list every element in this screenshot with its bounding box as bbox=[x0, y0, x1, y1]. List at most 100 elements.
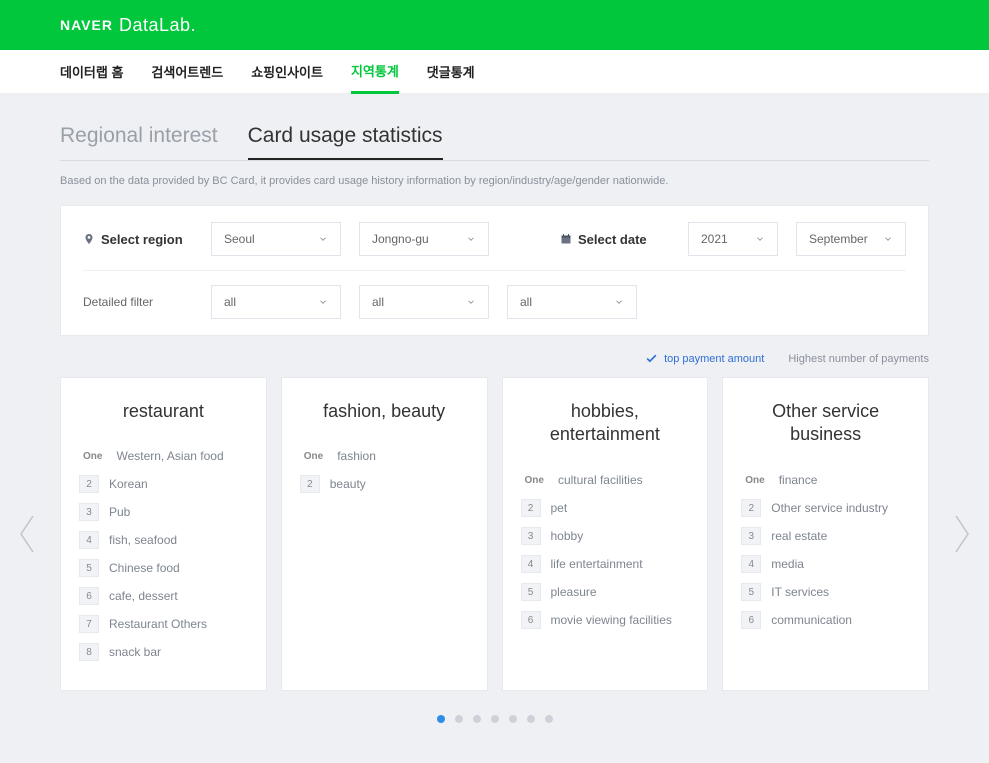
rank-number: 5 bbox=[79, 559, 99, 577]
date-month-value: September bbox=[809, 232, 868, 246]
rank-number: 2 bbox=[741, 499, 761, 517]
rank-number: One bbox=[79, 447, 106, 465]
tab-card-usage[interactable]: Card usage statistics bbox=[248, 124, 443, 160]
detail-select-3[interactable]: all bbox=[507, 285, 637, 319]
category-card[interactable]: Other service businessOnefinance2Other s… bbox=[722, 377, 929, 691]
region-city-select[interactable]: Seoul bbox=[211, 222, 341, 256]
pagination-dot[interactable] bbox=[473, 715, 481, 723]
nav-comment-stats[interactable]: 댓글통계 bbox=[427, 50, 475, 94]
rank-label: media bbox=[771, 557, 804, 571]
list-item[interactable]: 3 Pub bbox=[79, 498, 248, 526]
category-card[interactable]: fashion, beauty Onefashion2beauty bbox=[281, 377, 488, 691]
list-item[interactable]: 4 media bbox=[741, 550, 910, 578]
list-item[interactable]: Onefashion bbox=[300, 442, 469, 470]
list-item[interactable]: Onecultural facilities bbox=[521, 466, 690, 494]
rank-number: 3 bbox=[79, 503, 99, 521]
rank-number: One bbox=[521, 471, 548, 489]
rank-number: 2 bbox=[521, 499, 541, 517]
list-item[interactable]: 6movie viewing facilities bbox=[521, 606, 690, 634]
list-item[interactable]: 8 snack bar bbox=[79, 638, 248, 666]
detail-select-1[interactable]: all bbox=[211, 285, 341, 319]
list-item[interactable]: 5IT services bbox=[741, 578, 910, 606]
pagination-dot[interactable] bbox=[455, 715, 463, 723]
rank-label: beauty bbox=[330, 477, 366, 491]
rank-number: 5 bbox=[521, 583, 541, 601]
cards-container: restaurant OneWestern, Asian food 2 Korean 3… bbox=[60, 377, 929, 691]
pagination-dot[interactable] bbox=[491, 715, 499, 723]
chevron-down-icon bbox=[614, 297, 624, 307]
card-title: hobbies,entertainment bbox=[521, 400, 690, 448]
list-item[interactable]: 7Restaurant Others bbox=[79, 610, 248, 638]
list-item[interactable]: One finance bbox=[741, 466, 910, 494]
description: Based on the data provided by BC Card, i… bbox=[60, 175, 929, 187]
chevron-left-icon bbox=[14, 512, 40, 556]
category-card[interactable]: hobbies,entertainment Onecultural facilit… bbox=[502, 377, 709, 691]
rank-label: life entertainment bbox=[551, 557, 643, 571]
rank-label: Korean bbox=[109, 477, 148, 491]
rank-number: 8 bbox=[79, 643, 99, 661]
sort-row: top payment amount Highest number of pay… bbox=[60, 352, 929, 365]
rank-number: 7 bbox=[79, 615, 99, 633]
card-title: fashion, beauty bbox=[300, 400, 469, 424]
chevron-down-icon bbox=[883, 234, 893, 244]
list-item[interactable]: 2 pet bbox=[521, 494, 690, 522]
nav-shopping-insight[interactable]: 쇼핑인사이트 bbox=[251, 50, 323, 94]
pagination-dot[interactable] bbox=[509, 715, 517, 723]
list-item[interactable]: 2beauty bbox=[300, 470, 469, 498]
card-title: restaurant bbox=[79, 400, 248, 424]
chevron-down-icon bbox=[318, 234, 328, 244]
rank-label: fashion bbox=[337, 449, 376, 463]
chevron-down-icon bbox=[755, 234, 765, 244]
nav-regional-stats[interactable]: 지역통계 bbox=[351, 50, 399, 94]
list-item[interactable]: 6cafe, dessert bbox=[79, 582, 248, 610]
rank-number: 6 bbox=[521, 611, 541, 629]
nav-search-trend[interactable]: 검색어트렌드 bbox=[151, 50, 223, 94]
filter-row-top: Select region Seoul Jongno-gu Select dat… bbox=[83, 222, 906, 256]
list-item[interactable]: 4fish, seafood bbox=[79, 526, 248, 554]
rank-number: 4 bbox=[741, 555, 761, 573]
rank-label: Pub bbox=[109, 505, 130, 519]
subtabs: Regional interest Card usage statistics bbox=[60, 124, 929, 161]
nav-home[interactable]: 데이터랩 홈 bbox=[60, 50, 123, 94]
chevron-right-icon bbox=[949, 512, 975, 556]
rank-list: Onecultural facilities 2 pet 3hobby4life en… bbox=[521, 466, 690, 634]
list-item[interactable]: 3real estate bbox=[741, 522, 910, 550]
rank-label: pet bbox=[551, 501, 568, 515]
list-item[interactable]: 3hobby bbox=[521, 522, 690, 550]
rank-label: pleasure bbox=[551, 585, 597, 599]
date-label-text: Select date bbox=[578, 232, 647, 247]
content: Regional interest Card usage statistics … bbox=[0, 94, 989, 763]
rank-label: cafe, dessert bbox=[109, 589, 178, 603]
detail-select-2[interactable]: all bbox=[359, 285, 489, 319]
rank-number: One bbox=[741, 471, 768, 489]
detail-value-1: all bbox=[224, 295, 236, 309]
pagination-dot[interactable] bbox=[437, 715, 445, 723]
pagination-dot[interactable] bbox=[545, 715, 553, 723]
calendar-icon bbox=[560, 233, 572, 245]
carousel-prev[interactable] bbox=[12, 504, 42, 564]
rank-label: finance bbox=[779, 473, 818, 487]
chevron-down-icon bbox=[466, 234, 476, 244]
sort-top-payment[interactable]: top payment amount bbox=[645, 352, 764, 365]
brand-product: DataLab. bbox=[119, 15, 196, 36]
region-district-value: Jongno-gu bbox=[372, 232, 429, 246]
date-month-select[interactable]: September bbox=[796, 222, 906, 256]
list-item[interactable]: 6communication bbox=[741, 606, 910, 634]
list-item[interactable]: 4life entertainment bbox=[521, 550, 690, 578]
tab-regional-interest[interactable]: Regional interest bbox=[60, 124, 218, 160]
list-item[interactable]: OneWestern, Asian food bbox=[79, 442, 248, 470]
list-item[interactable]: 5 pleasure bbox=[521, 578, 690, 606]
sort-highest-count[interactable]: Highest number of payments bbox=[788, 353, 929, 365]
list-item[interactable]: 2Other service industry bbox=[741, 494, 910, 522]
date-year-select[interactable]: 2021 bbox=[688, 222, 778, 256]
list-item[interactable]: 5 Chinese food bbox=[79, 554, 248, 582]
carousel-next[interactable] bbox=[947, 504, 977, 564]
category-card[interactable]: restaurant OneWestern, Asian food 2 Korean 3… bbox=[60, 377, 267, 691]
pagination-dot[interactable] bbox=[527, 715, 535, 723]
rank-label: Chinese food bbox=[109, 561, 180, 575]
rank-number: 2 bbox=[79, 475, 99, 493]
region-district-select[interactable]: Jongno-gu bbox=[359, 222, 489, 256]
rank-label: fish, seafood bbox=[109, 533, 177, 547]
list-item[interactable]: 2 Korean bbox=[79, 470, 248, 498]
rank-label: snack bar bbox=[109, 645, 161, 659]
